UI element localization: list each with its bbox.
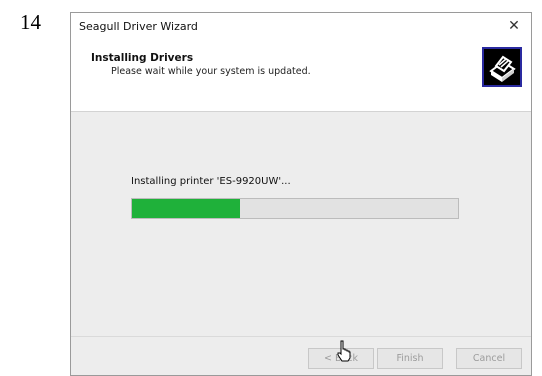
- wizard-body: Installing printer 'ES-9920UW'...: [71, 112, 531, 336]
- title-bar: Seagull Driver Wizard ✕: [71, 13, 531, 40]
- hand-pointer-icon: [337, 340, 351, 362]
- step-number: 14: [20, 10, 41, 34]
- header-title: Installing Drivers: [91, 52, 194, 64]
- printer-icon: [482, 47, 522, 87]
- window-title: Seagull Driver Wizard: [79, 20, 198, 33]
- header-subtitle: Please wait while your system is updated…: [111, 66, 311, 77]
- progress-fill: [132, 199, 240, 218]
- install-status-text: Installing printer 'ES-9920UW'...: [131, 176, 291, 187]
- finish-button[interactable]: Finish: [377, 348, 443, 369]
- printer-icon-graphic: [489, 55, 516, 82]
- close-icon[interactable]: ✕: [497, 13, 531, 40]
- wizard-dialog: Seagull Driver Wizard ✕ Installing Drive…: [70, 12, 532, 376]
- wizard-header: Installing Drivers Please wait while you…: [71, 40, 531, 112]
- install-progress-bar: [131, 198, 459, 219]
- wizard-footer: < Back Finish Cancel: [71, 336, 531, 375]
- page: 14 Seagull Driver Wizard ✕ Installing Dr…: [0, 0, 542, 376]
- cancel-button[interactable]: Cancel: [456, 348, 522, 369]
